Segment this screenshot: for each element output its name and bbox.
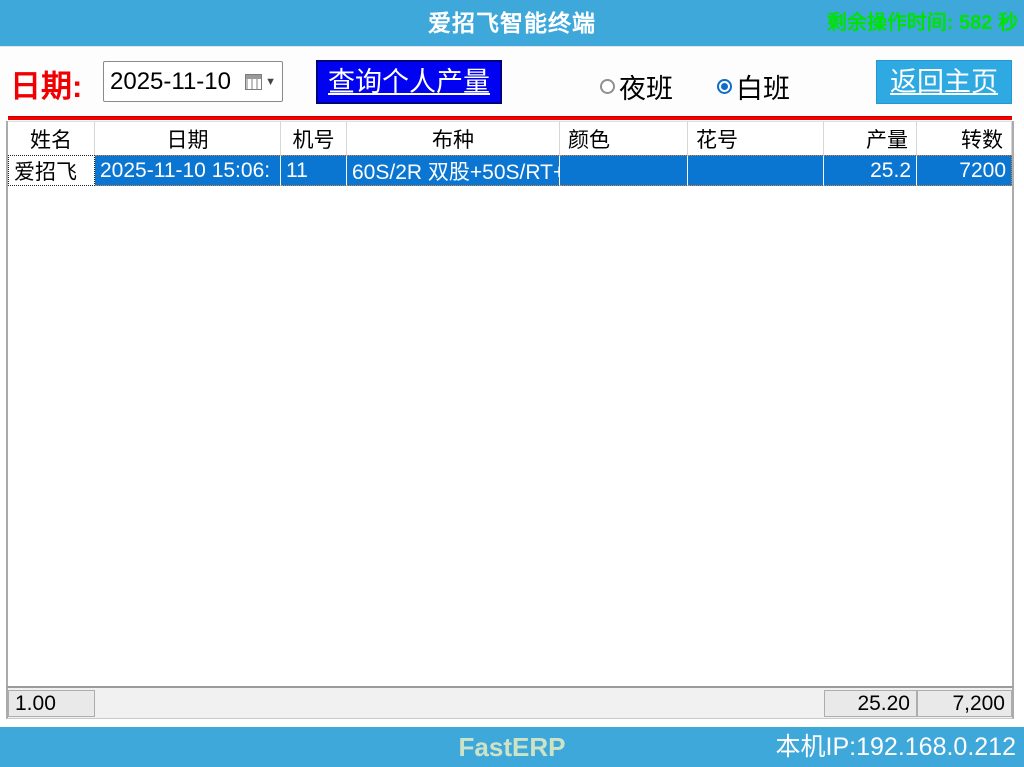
table-header-row: 姓名 日期 机号 布种 颜色 花号 产量 转数 (8, 121, 1012, 155)
summary-spacer (281, 690, 347, 717)
radio-checked-icon[interactable] (717, 79, 732, 94)
column-header-name[interactable]: 姓名 (8, 122, 95, 155)
column-header-machine-no[interactable]: 机号 (281, 122, 347, 155)
title-bar: 爱招飞智能终端 剩余操作时间: 582 秒 (0, 0, 1024, 46)
summary-spacer (95, 690, 281, 717)
date-label: 日期: (10, 61, 82, 106)
cell-pattern-no[interactable] (688, 155, 824, 186)
summary-production-total: 25.20 (824, 690, 917, 717)
cell-date[interactable]: 2025-11-10 15:06: (95, 155, 281, 186)
summary-spacer (347, 690, 560, 717)
column-header-date[interactable]: 日期 (95, 122, 281, 155)
query-personal-production-button[interactable]: 查询个人产量 (316, 60, 502, 104)
footer-bar: FastERP 本机IP:192.168.0.212 (0, 727, 1024, 767)
summary-spacer (688, 690, 824, 717)
night-shift-label: 夜班 (619, 67, 673, 106)
cell-name[interactable]: 爱招飞 (8, 155, 95, 186)
summary-count: 1.00 (8, 690, 95, 717)
shift-radio-group: 夜班 白班 (600, 67, 790, 106)
red-separator-line (8, 116, 1012, 120)
return-home-button[interactable]: 返回主页 (876, 60, 1012, 104)
app-window: 爱招飞智能终端 剩余操作时间: 582 秒 日期: 2025-11-10 ▼ 查… (0, 0, 1024, 767)
calendar-icon (245, 74, 262, 90)
column-header-pattern-no[interactable]: 花号 (688, 122, 824, 155)
summary-revolutions-total: 7,200 (917, 690, 1012, 717)
column-header-revolutions[interactable]: 转数 (917, 122, 1012, 155)
day-shift-label: 白班 (736, 67, 790, 106)
column-header-fabric-type[interactable]: 布种 (347, 122, 560, 155)
radio-unchecked-icon[interactable] (600, 79, 615, 94)
radio-day-shift[interactable]: 白班 (717, 67, 790, 106)
table-row-selected[interactable]: 爱招飞 2025-11-10 15:06: 11 60S/2R 双股+50S/R… (8, 155, 1012, 186)
radio-night-shift[interactable]: 夜班 (600, 67, 673, 106)
column-header-color[interactable]: 颜色 (560, 122, 688, 155)
cell-revolutions[interactable]: 7200 (917, 155, 1012, 186)
chevron-down-icon: ▼ (265, 76, 276, 88)
summary-spacer (560, 690, 688, 717)
radio-dot (721, 83, 728, 90)
column-header-production[interactable]: 产量 (824, 122, 917, 155)
production-table: 姓名 日期 机号 布种 颜色 花号 产量 转数 爱招飞 2025-11-10 1… (6, 121, 1014, 686)
date-value[interactable]: 2025-11-10 (110, 68, 245, 96)
date-picker-input[interactable]: 2025-11-10 ▼ (103, 61, 283, 102)
table-summary-row: 1.00 25.20 7,200 (6, 686, 1014, 719)
cell-color[interactable] (560, 155, 688, 186)
toolbar: 日期: 2025-11-10 ▼ 查询个人产量 夜班 白班 返回主页 (0, 46, 1024, 116)
local-ip-label: 本机IP:192.168.0.212 (776, 727, 1016, 767)
date-picker-dropdown-button[interactable]: ▼ (245, 74, 276, 90)
cell-machine-no[interactable]: 11 (281, 155, 347, 186)
cell-production[interactable]: 25.2 (824, 155, 917, 186)
remaining-time-counter: 剩余操作时间: 582 秒 (827, 0, 1018, 46)
cell-fabric-type[interactable]: 60S/2R 双股+50S/RT+ (347, 155, 560, 186)
